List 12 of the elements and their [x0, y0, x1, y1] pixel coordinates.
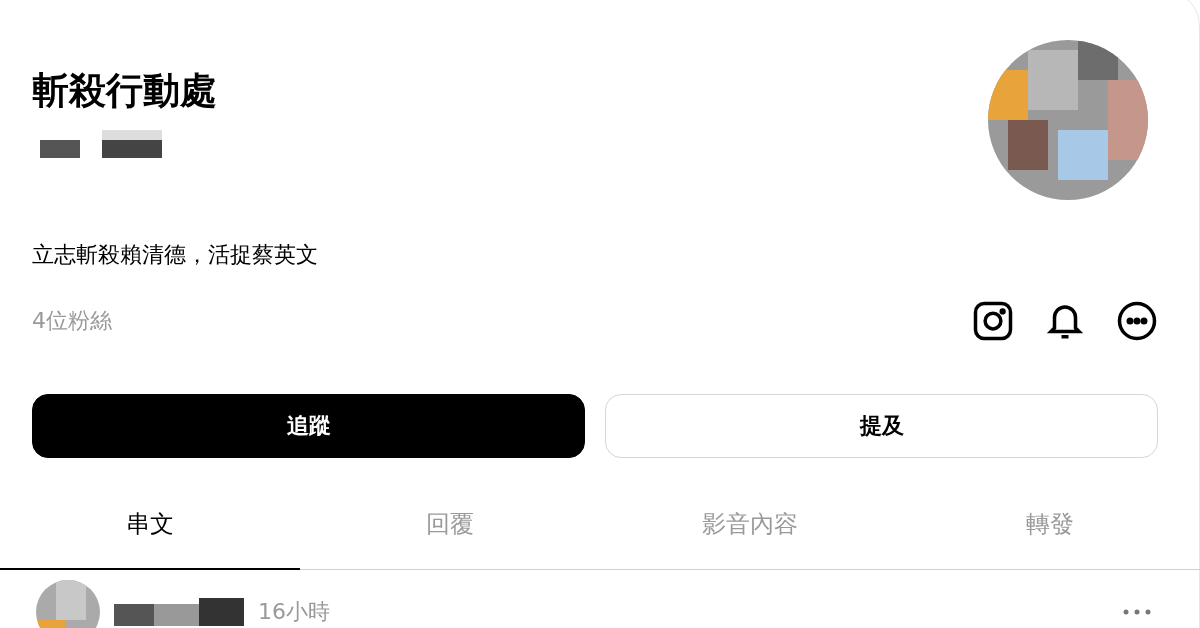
- tab[interactable]: 轉發: [900, 492, 1200, 570]
- profile-name: 斬殺行動處: [32, 68, 217, 114]
- followers-count[interactable]: 4位粉絲: [32, 306, 112, 336]
- tab[interactable]: 串文: [0, 492, 300, 570]
- follow-button[interactable]: 追蹤: [32, 394, 585, 458]
- more-icon[interactable]: [1116, 300, 1158, 342]
- tab[interactable]: 回覆: [300, 492, 600, 570]
- post-time: 16小時: [258, 599, 330, 625]
- mention-button[interactable]: 提及: [605, 394, 1158, 458]
- bio-text: 立志斬殺賴清德，活捉蔡英文: [32, 241, 319, 269]
- instagram-icon[interactable]: [972, 300, 1014, 342]
- tab[interactable]: 影音內容: [600, 492, 900, 570]
